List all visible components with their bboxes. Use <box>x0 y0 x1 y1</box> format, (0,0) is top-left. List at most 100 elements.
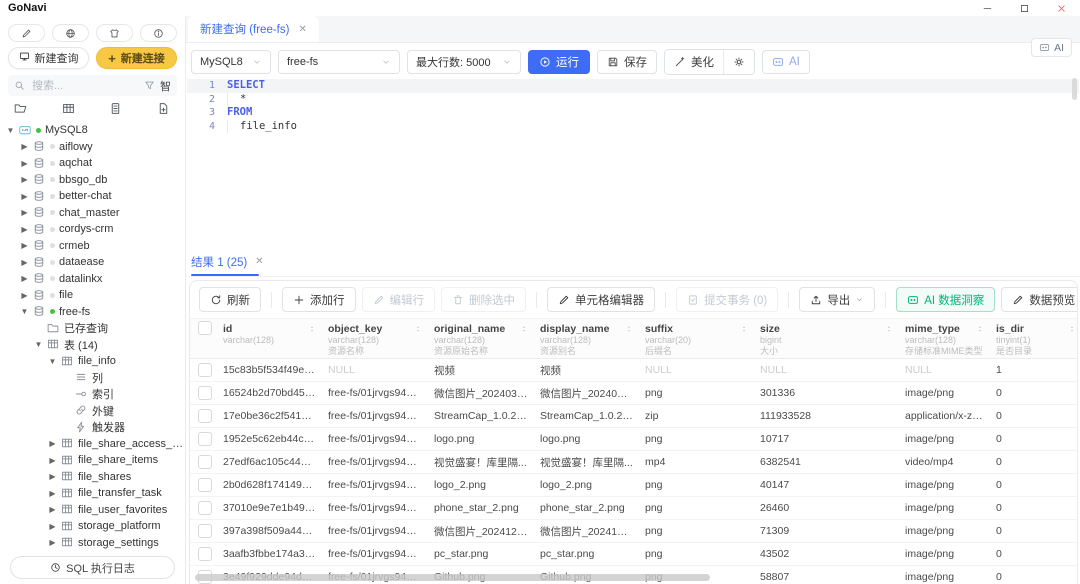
cell[interactable]: video/mp4 <box>899 451 990 474</box>
tree-item-crmeb[interactable]: ▶crmeb <box>0 238 185 255</box>
ai-panel-button[interactable]: AI <box>1031 38 1072 57</box>
result-tab[interactable]: 结果 1 (25) ✕ <box>191 247 264 276</box>
cell[interactable]: image/png <box>899 566 990 584</box>
sort-icon[interactable] <box>740 325 748 333</box>
cell[interactable]: 2b0d628f17414983... <box>217 474 322 497</box>
tree-caret-icon[interactable]: ▶ <box>48 522 57 531</box>
tree-item-已存查询[interactable]: 已存查询 <box>0 320 185 337</box>
cell[interactable]: 视频 <box>428 359 534 382</box>
cell[interactable]: 3aafb3fbbe174a34a... <box>217 543 322 566</box>
tree-item-MySQL8[interactable]: ▼MySQL8 <box>0 122 185 139</box>
tree-caret-icon[interactable]: ▶ <box>20 225 29 234</box>
tree-item-aqchat[interactable]: ▶aqchat <box>0 155 185 172</box>
column-header-original_name[interactable]: original_namevarchar(128)资源原始名称 <box>428 319 534 359</box>
tree-item-file_share_access_record[interactable]: ▶file_share_access_record <box>0 436 185 453</box>
cell[interactable]: png <box>639 543 754 566</box>
cell[interactable]: free-fs/01jrvgs943q... <box>322 543 428 566</box>
run-button[interactable]: 运行 <box>528 50 590 74</box>
tree-item-chat_master[interactable]: ▶chat_master <box>0 205 185 222</box>
tree-item-file_share_items[interactable]: ▶file_share_items <box>0 452 185 469</box>
cell[interactable]: 26460 <box>754 497 899 520</box>
cell[interactable]: free-fs/01jrvgs943q... <box>322 382 428 405</box>
cell[interactable]: image/png <box>899 520 990 543</box>
cell[interactable]: image/png <box>899 497 990 520</box>
cell[interactable]: 6382541 <box>754 451 899 474</box>
sql-editor[interactable]: 1SELECT2*3FROM4file_info <box>187 76 1079 249</box>
cell[interactable]: png <box>639 428 754 451</box>
tree-caret-icon[interactable]: ▶ <box>48 505 57 514</box>
connection-select[interactable]: MySQL8 <box>191 50 271 74</box>
sort-icon[interactable] <box>885 325 893 333</box>
cell[interactable]: image/png <box>899 428 990 451</box>
tree-item-触发器[interactable]: 触发器 <box>0 419 185 436</box>
tree-item-列[interactable]: 列 <box>0 370 185 387</box>
column-header-size[interactable]: sizebigint大小 <box>754 319 899 359</box>
cell[interactable]: 微信图片_20240326... <box>534 382 639 405</box>
cell[interactable]: pc_star.png <box>428 543 534 566</box>
tree-caret-icon[interactable]: ▶ <box>48 489 57 498</box>
cell[interactable]: 397a398f509a44aa9... <box>217 520 322 543</box>
cell[interactable]: 58807 <box>754 566 899 584</box>
tree-caret-icon[interactable]: ▶ <box>20 291 29 300</box>
cell[interactable]: 0 <box>990 405 1077 428</box>
cell[interactable]: image/png <box>899 474 990 497</box>
cell[interactable]: image/png <box>899 543 990 566</box>
cell[interactable]: 40147 <box>754 474 899 497</box>
cell[interactable]: 111933528 <box>754 405 899 428</box>
cell[interactable]: application/x-zip-co... <box>899 405 990 428</box>
cell[interactable]: free-fs/01jrvgs943q... <box>322 520 428 543</box>
tree-item-better-chat[interactable]: ▶better-chat <box>0 188 185 205</box>
cell[interactable]: NULL <box>899 359 990 382</box>
query-tab[interactable]: 新建查询 (free-fs) ✕ <box>188 16 319 42</box>
cell[interactable]: zip <box>639 405 754 428</box>
tree-item-file_shares[interactable]: ▶file_shares <box>0 469 185 486</box>
row-checkbox[interactable] <box>198 363 212 377</box>
cell[interactable]: phone_star_2.png <box>534 497 639 520</box>
column-header-id[interactable]: idvarchar(128) <box>217 319 322 359</box>
cell[interactable]: logo_2.png <box>428 474 534 497</box>
cell[interactable]: 16524b2d70bd4527... <box>217 382 322 405</box>
folder-open-icon[interactable] <box>14 102 28 116</box>
cell[interactable]: png <box>639 474 754 497</box>
save-button[interactable]: 保存 <box>597 50 657 74</box>
close-icon[interactable] <box>1055 2 1068 15</box>
tree-caret-icon[interactable]: ▶ <box>48 538 57 547</box>
tree-caret-icon[interactable]: ▶ <box>20 159 29 168</box>
cell[interactable]: 37010e9e7e1b4954... <box>217 497 322 520</box>
refresh-button[interactable]: 刷新 <box>199 287 261 312</box>
tree-item-bbsgo_db[interactable]: ▶bbsgo_db <box>0 172 185 189</box>
row-checkbox[interactable] <box>198 547 212 561</box>
cell[interactable]: 0 <box>990 451 1077 474</box>
tree-item-subscription_plan[interactable]: ▶subscription_plan <box>0 551 185 554</box>
cell[interactable]: NULL <box>322 359 428 382</box>
tree-caret-icon[interactable]: ▼ <box>6 126 15 135</box>
cell[interactable]: NULL <box>639 359 754 382</box>
cell[interactable]: 0 <box>990 520 1077 543</box>
cell[interactable]: free-fs/01jrvgs943q... <box>322 405 428 428</box>
column-header-is_dir[interactable]: is_dirtinyint(1)是否目录 <box>990 319 1077 359</box>
tree-item-storage_platform[interactable]: ▶storage_platform <box>0 518 185 535</box>
tree-caret-icon[interactable]: ▶ <box>20 175 29 184</box>
cell[interactable]: 1 <box>990 359 1077 382</box>
tree-item-free-fs[interactable]: ▼free-fs <box>0 304 185 321</box>
row-checkbox[interactable] <box>198 386 212 400</box>
cell[interactable]: png <box>639 520 754 543</box>
cell[interactable]: 视频 <box>534 359 639 382</box>
delete-selected-button[interactable]: 删除选中 <box>441 287 526 312</box>
cell[interactable]: mp4 <box>639 451 754 474</box>
cell[interactable]: 微信图片_20241217... <box>534 520 639 543</box>
result-tab-close-icon[interactable]: ✕ <box>255 256 263 267</box>
cell[interactable]: phone_star_2.png <box>428 497 534 520</box>
data-preview-button[interactable]: 数据预览 <box>1001 287 1078 312</box>
select-all-checkbox[interactable] <box>198 321 212 335</box>
cell[interactable]: NULL <box>754 359 899 382</box>
beautify-button[interactable]: 美化 <box>665 50 723 74</box>
column-header-display_name[interactable]: display_namevarchar(128)资源别名 <box>534 319 639 359</box>
tree-caret-icon[interactable]: ▶ <box>48 472 57 481</box>
new-query-button[interactable]: 新建查询 <box>8 47 89 69</box>
cell[interactable]: 0 <box>990 566 1077 584</box>
cell[interactable]: 0 <box>990 497 1077 520</box>
cell[interactable]: 17e0be36c2f541ce9... <box>217 405 322 428</box>
column-header-suffix[interactable]: suffixvarchar(20)后缀名 <box>639 319 754 359</box>
tree-caret-icon[interactable]: ▶ <box>20 208 29 217</box>
